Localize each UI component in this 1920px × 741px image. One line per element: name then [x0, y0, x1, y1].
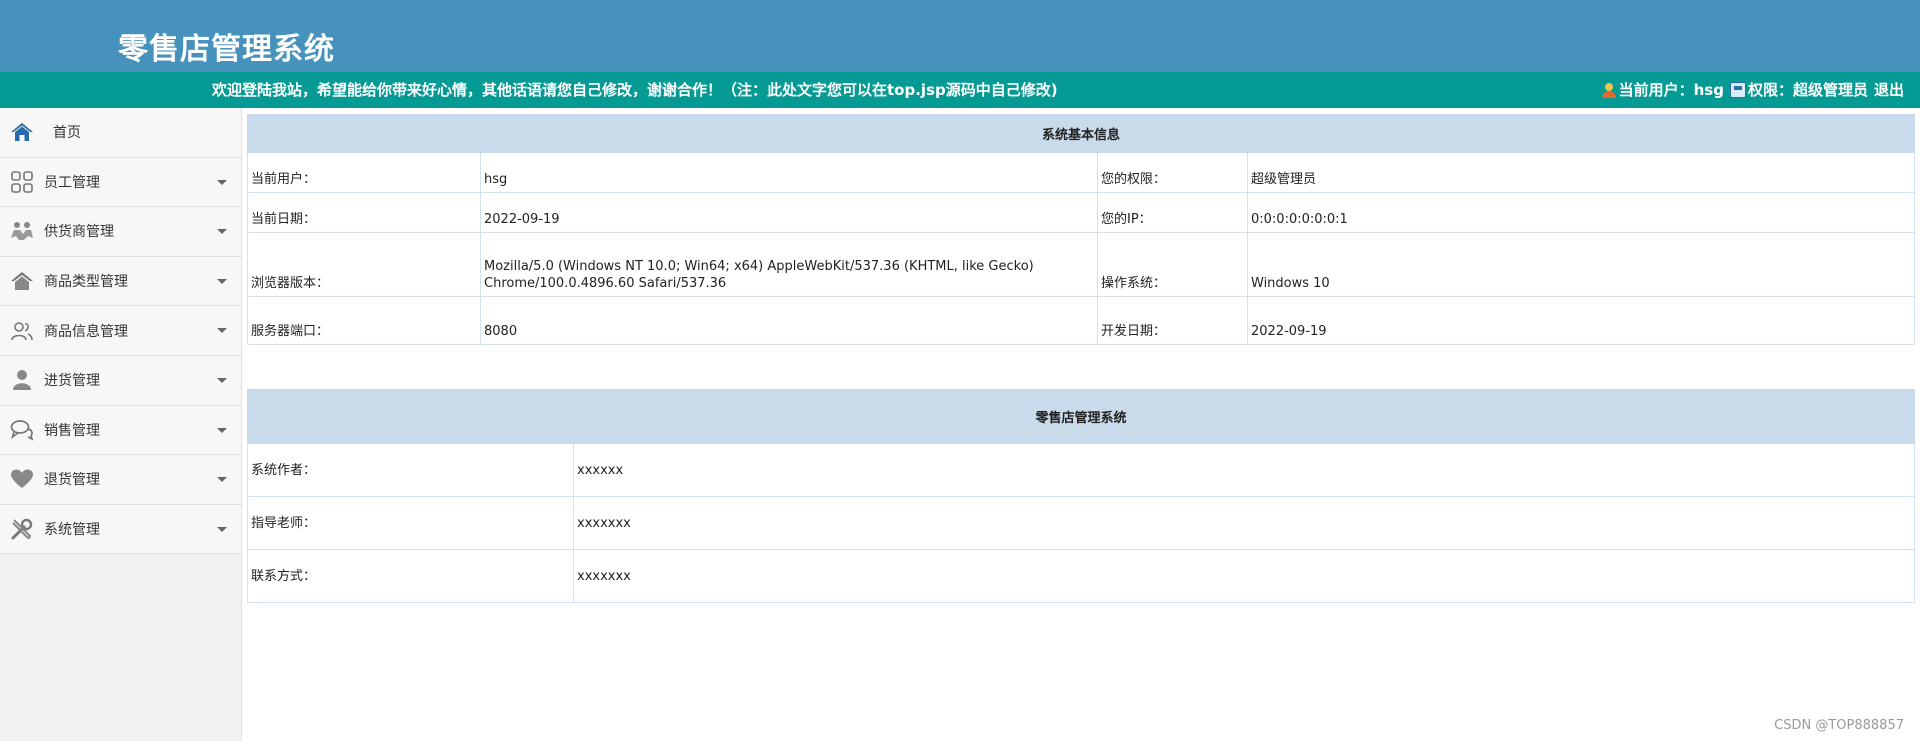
system-info-title: 系统基本信息: [247, 114, 1915, 153]
table-row: 浏览器版本： Mozilla/5.0 (Windows NT 10.0; Win…: [247, 232, 1915, 297]
info-value: 8080: [480, 296, 1098, 345]
info-label: 当前日期：: [247, 192, 481, 233]
permission-icon: [1729, 82, 1746, 98]
app-title: 零售店管理系统: [118, 32, 335, 67]
info-label: 当前用户：: [247, 152, 481, 193]
table-header-row: 零售店管理系统: [247, 389, 1915, 444]
chevron-down-icon: [217, 377, 227, 383]
system-info-table: 系统基本信息 当前用户： hsg 您的权限： 超级管理员 当前日期： 2022-…: [247, 114, 1915, 345]
current-user-value: hsg: [1693, 81, 1724, 99]
sidebar-item-label: 进货管理: [44, 373, 100, 390]
sidebar-item-product-type[interactable]: 商品类型管理: [0, 256, 241, 307]
sidebar-item-supplier[interactable]: 供货商管理: [0, 207, 241, 257]
sidebar-item-product-info[interactable]: 商品信息管理: [0, 306, 241, 356]
permission-label: 权限：: [1747, 81, 1793, 99]
sidebar-item-employee[interactable]: 员工管理: [0, 157, 241, 208]
chevron-down-icon: [217, 427, 227, 433]
about-value: xxxxxx: [573, 443, 1915, 497]
main-content: 系统基本信息 当前用户： hsg 您的权限： 超级管理员 当前日期： 2022-…: [247, 114, 1915, 603]
handshake-icon: [10, 219, 34, 243]
about-label: 系统作者：: [247, 443, 574, 497]
user-info: 当前用户： hsg 权限： 超级管理员 退出: [1601, 72, 1904, 108]
person-icon: [10, 368, 34, 392]
info-label: 开发日期：: [1097, 296, 1248, 345]
current-user-label: 当前用户：: [1618, 81, 1694, 99]
about-table: 零售店管理系统 系统作者： xxxxxx 指导老师： xxxxxxx 联系方式：…: [247, 389, 1915, 603]
app-header: 零售店管理系统: [0, 0, 1920, 72]
table-header-row: 系统基本信息: [247, 114, 1915, 153]
about-label: 指导老师：: [247, 496, 574, 550]
info-value: hsg: [480, 152, 1098, 193]
sidebar-item-sales[interactable]: 销售管理: [0, 405, 241, 456]
heart-icon: [10, 467, 34, 491]
grid-icon: [10, 170, 34, 194]
chevron-down-icon: [217, 477, 227, 483]
chat-icon: [10, 418, 34, 442]
about-value: xxxxxxx: [573, 549, 1915, 603]
sidebar-item-label: 退货管理: [44, 472, 100, 489]
logout-link[interactable]: 退出: [1874, 72, 1904, 108]
home-icon: [10, 120, 34, 144]
welcome-message: 欢迎登陆我站，希望能给你带来好心情，其他话语请您自己修改，谢谢合作！（注：此处文…: [212, 81, 1058, 99]
house-icon: [10, 269, 34, 293]
info-label: 您的权限：: [1097, 152, 1248, 193]
info-value: 超级管理员: [1247, 152, 1915, 193]
about-label: 联系方式：: [247, 549, 574, 603]
sidebar-item-label: 商品类型管理: [44, 274, 128, 291]
table-row: 联系方式： xxxxxxx: [247, 549, 1915, 603]
info-value: 2022-09-19: [1247, 296, 1915, 345]
info-value: Mozilla/5.0 (Windows NT 10.0; Win64; x64…: [480, 232, 1098, 297]
table-row: 当前用户： hsg 您的权限： 超级管理员: [247, 152, 1915, 193]
sidebar-item-label: 商品信息管理: [44, 323, 128, 340]
user-icon: [1601, 82, 1617, 98]
sidebar-item-returns[interactable]: 退货管理: [0, 455, 241, 505]
chevron-down-icon: [217, 328, 227, 334]
sidebar-item-system[interactable]: 系统管理: [0, 504, 241, 555]
sidebar-item-home[interactable]: 首页: [0, 108, 241, 158]
chevron-down-icon: [217, 179, 227, 185]
info-label: 您的IP：: [1097, 192, 1248, 233]
chevron-down-icon: [217, 278, 227, 284]
top-status-bar: 欢迎登陆我站，希望能给你带来好心情，其他话语请您自己修改，谢谢合作！（注：此处文…: [0, 72, 1920, 108]
info-label: 操作系统：: [1097, 232, 1248, 297]
users-icon: [10, 319, 34, 343]
permission-value: 超级管理员: [1792, 81, 1868, 99]
table-row: 系统作者： xxxxxx: [247, 443, 1915, 497]
sidebar-item-purchase[interactable]: 进货管理: [0, 355, 241, 406]
info-value: Windows 10: [1247, 232, 1915, 297]
sidebar-nav: 首页 员工管理 供货商管理 商品类型管理 商品信息管理 进货管理 销售管理 退货…: [0, 108, 242, 741]
table-row: 指导老师： xxxxxxx: [247, 496, 1915, 550]
watermark: CSDN @TOP888857: [1774, 718, 1904, 733]
about-title: 零售店管理系统: [247, 389, 1915, 444]
info-label: 浏览器版本：: [247, 232, 481, 297]
sidebar-item-label: 首页: [53, 125, 81, 142]
tools-icon: [10, 517, 34, 541]
sidebar-item-label: 员工管理: [44, 174, 100, 191]
table-row: 服务器端口： 8080 开发日期： 2022-09-19: [247, 296, 1915, 345]
info-value: 2022-09-19: [480, 192, 1098, 233]
sidebar-item-label: 供货商管理: [44, 224, 114, 241]
info-label: 服务器端口：: [247, 296, 481, 345]
table-row: 当前日期： 2022-09-19 您的IP： 0:0:0:0:0:0:0:1: [247, 192, 1915, 233]
sidebar-item-label: 系统管理: [44, 522, 100, 539]
about-value: xxxxxxx: [573, 496, 1915, 550]
info-value: 0:0:0:0:0:0:0:1: [1247, 192, 1915, 233]
sidebar-item-label: 销售管理: [44, 422, 100, 439]
chevron-down-icon: [217, 526, 227, 532]
chevron-down-icon: [217, 229, 227, 235]
